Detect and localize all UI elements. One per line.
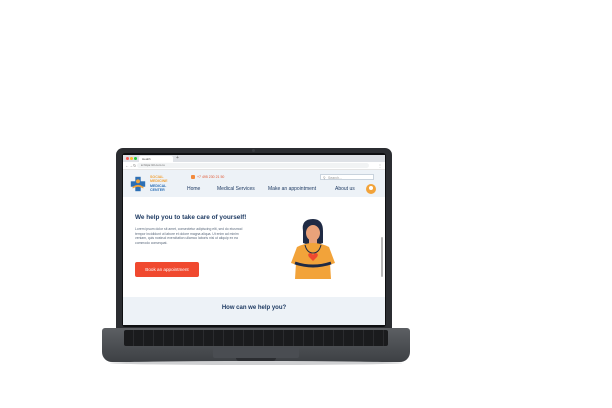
logo-line: MEDICINE	[150, 179, 168, 184]
nav-make-appointment[interactable]: Make an appointment	[268, 186, 316, 192]
search-icon: ⚲	[323, 176, 326, 180]
trackpad	[213, 347, 299, 358]
logo-icon[interactable]	[129, 175, 147, 193]
phone-icon	[191, 175, 195, 180]
site-header: SOCIAL MEDICINE MEDICAL CENTER +7 495 23…	[123, 170, 385, 197]
phone-label: +7 495 230 21 50	[197, 175, 225, 179]
logo-line: CENTER	[150, 187, 165, 192]
hero-title: We help you to take care of yourself!	[135, 214, 247, 221]
nav-home[interactable]: Home	[187, 186, 200, 192]
laptop-shadow	[110, 361, 402, 365]
browser-address-row: ← → ↻ ● https://cl.com.ru ⋮	[123, 162, 385, 170]
address-bar[interactable]: ● https://cl.com.ru	[137, 163, 369, 168]
search-placeholder: Search...	[328, 176, 343, 180]
reload-icon[interactable]: ↻	[133, 162, 136, 169]
page-scrollbar[interactable]	[381, 237, 383, 277]
nav-medical-services[interactable]: Medical Services	[217, 186, 255, 192]
new-tab-button[interactable]: +	[176, 155, 179, 162]
doctor-illustration	[291, 219, 335, 279]
keyboard	[124, 330, 388, 346]
help-section	[123, 297, 385, 325]
search-input[interactable]: ⚲ Search...	[320, 174, 374, 180]
browser-menu-icon[interactable]: ⋮	[378, 162, 382, 169]
nav-about-us[interactable]: About us	[335, 186, 355, 192]
browser-tab-bar: Health +	[123, 155, 385, 162]
help-title: How can we help you?	[221, 305, 287, 311]
user-icon[interactable]	[366, 184, 376, 194]
hero-description: Lorem ipsum dolor sit amet, consectetur …	[135, 227, 243, 245]
phone-number[interactable]: +7 495 230 21 50	[191, 175, 225, 180]
logo-text: SOCIAL MEDICINE MEDICAL CENTER	[150, 175, 168, 192]
laptop-screen: Health + ← → ↻ ● https://cl.com.ru ⋮ SOC…	[123, 155, 385, 325]
close-window-icon[interactable]	[126, 157, 129, 160]
webcam	[252, 149, 255, 152]
minimize-window-icon[interactable]	[130, 157, 133, 160]
book-appointment-button[interactable]: Book an appointment	[135, 262, 199, 277]
maximize-window-icon[interactable]	[134, 157, 137, 160]
